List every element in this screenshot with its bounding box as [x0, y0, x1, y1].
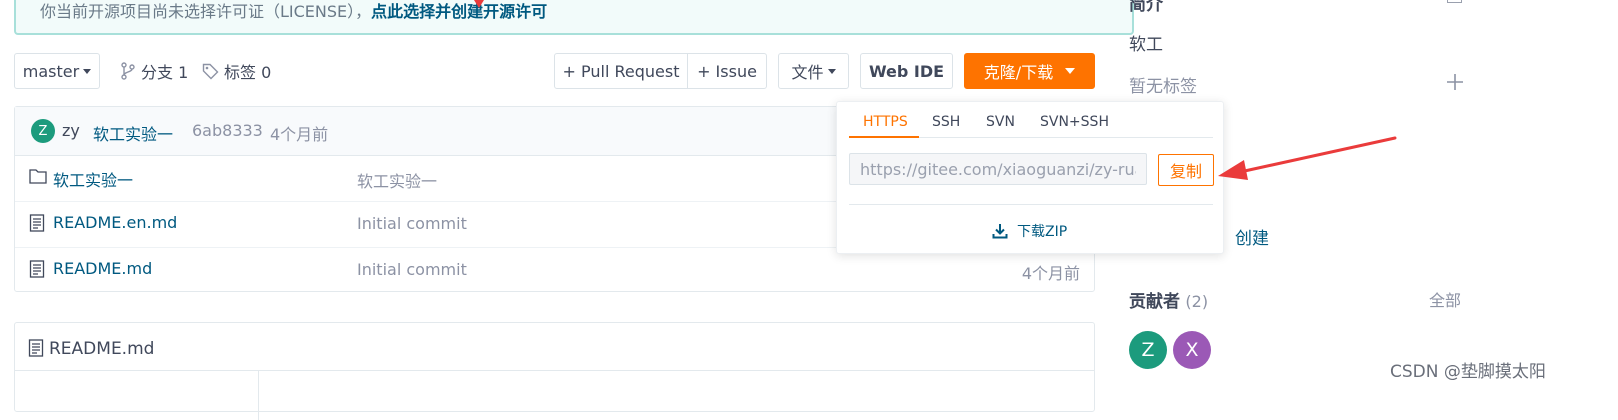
divider	[15, 370, 1094, 371]
avatar[interactable]: Z	[31, 119, 55, 143]
annotation-arrow-icon	[474, 0, 484, 8]
file-name[interactable]: README.en.md	[53, 213, 177, 232]
branches-count: 分支 1	[141, 63, 189, 82]
download-zip-link[interactable]: 下载ZIP	[992, 221, 1067, 241]
web-ide-button[interactable]: Web IDE	[860, 53, 953, 89]
file-menu-label: 文件	[791, 63, 824, 82]
readme-title: README.md	[49, 339, 155, 359]
license-banner-text: 你当前开源项目尚未选择许可证（LICENSE），点此选择并创建开源许可	[40, 0, 547, 22]
file-text-icon	[28, 339, 44, 357]
issue-button[interactable]: + Issue	[687, 53, 767, 89]
clone-url-field[interactable]	[849, 153, 1147, 185]
branch-select-label: master	[22, 61, 80, 81]
file-name[interactable]: README.md	[53, 259, 152, 278]
file-text-icon	[29, 214, 45, 232]
clone-download-button[interactable]: 克隆/下载	[964, 53, 1095, 89]
create-link[interactable]: 创建	[1235, 224, 1269, 249]
avatar[interactable]: Z	[1129, 331, 1167, 369]
contributors-count: (2)	[1185, 292, 1209, 311]
chevron-down-icon	[83, 68, 92, 74]
tab-svn-ssh[interactable]: SVN+SSH	[1040, 114, 1109, 130]
pull-request-button[interactable]: + Pull Request	[554, 53, 688, 89]
avatar[interactable]: X	[1173, 331, 1211, 369]
tags-count: 标签 0	[224, 63, 272, 82]
copy-button[interactable]: 复制	[1158, 154, 1214, 186]
license-banner-message: 你当前开源项目尚未选择许可证（LICENSE），	[40, 2, 372, 21]
contributors-all-link[interactable]: 全部	[1429, 287, 1461, 311]
folder-icon	[29, 169, 47, 184]
download-icon	[992, 224, 1008, 239]
branches-link[interactable]: 分支 1	[120, 60, 188, 82]
tab-ssh[interactable]: SSH	[932, 114, 960, 130]
divider	[849, 204, 1213, 205]
intro-title: 简介	[1129, 0, 1163, 15]
file-commit-time: 4个月前	[1021, 264, 1080, 283]
tags-link[interactable]: 标签 0	[202, 60, 271, 82]
divider	[258, 370, 259, 420]
no-tags-text: 暂无标签	[1129, 77, 1197, 97]
file-commit-message[interactable]: 软工实验一	[357, 168, 437, 192]
license-banner: 你当前开源项目尚未选择许可证（LICENSE），点此选择并创建开源许可	[14, 0, 1134, 35]
commit-hash[interactable]: 6ab8333	[192, 121, 263, 140]
edit-icon[interactable]	[1447, 0, 1462, 3]
branch-select[interactable]: master	[14, 53, 100, 89]
watermark: CSDN @垫脚摸太阳	[1390, 362, 1546, 382]
annotation-arrow-icon	[1218, 136, 1397, 180]
file-name[interactable]: 软工实验一	[53, 167, 133, 191]
download-zip-label: 下载ZIP	[1017, 224, 1068, 240]
tag-icon	[202, 63, 219, 79]
clone-download-label: 克隆/下载	[983, 63, 1054, 82]
branch-icon	[121, 62, 135, 80]
commit-author[interactable]: zy	[62, 121, 80, 140]
file-commit-message[interactable]: Initial commit	[357, 260, 467, 279]
tab-https[interactable]: HTTPS	[863, 114, 908, 130]
repo-description: 软工	[1129, 35, 1163, 55]
active-tab-indicator	[849, 136, 919, 138]
tab-svn[interactable]: SVN	[986, 114, 1015, 130]
contributors-header: 贡献者 (2)	[1129, 287, 1208, 312]
contributors-title: 贡献者	[1129, 292, 1180, 312]
file-menu-button[interactable]: 文件	[778, 53, 849, 89]
plus-icon[interactable]	[1446, 73, 1464, 91]
chevron-down-icon	[1065, 68, 1076, 74]
commit-time: 4个月前	[270, 125, 329, 144]
choose-license-link[interactable]: 点此选择并创建开源许可	[371, 2, 547, 21]
file-commit-message[interactable]: Initial commit	[357, 214, 467, 233]
file-text-icon	[29, 260, 45, 278]
clone-dropdown: HTTPS SSH SVN SVN+SSH 复制 下载ZIP	[836, 101, 1224, 254]
commit-message[interactable]: 软工实验一	[93, 121, 173, 145]
chevron-down-icon	[827, 68, 836, 74]
